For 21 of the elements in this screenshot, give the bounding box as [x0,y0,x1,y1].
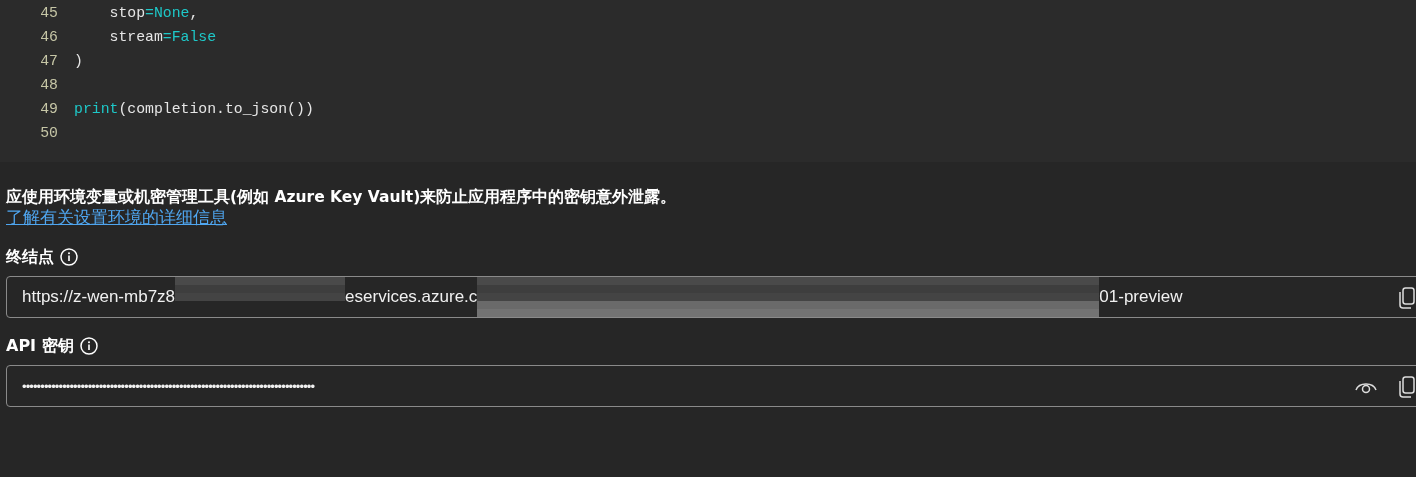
code-line: ) [74,53,83,69]
line-number: 48 [39,77,59,93]
field-label: API 密钥 [6,335,74,357]
code-line: print(completion.to_json()) [74,101,314,117]
line-number: 47 [39,53,59,69]
code-line: stop=None, [108,5,199,21]
line-number: 49 [39,101,59,117]
info-icon[interactable] [79,337,98,355]
notice-text: 应使用环境变量或机密管理工具(例如 Azure Key Vault)来防止应用程序中的密钥意外泄露。 [6,187,678,207]
api-key-field[interactable]: •••••••••••••••••••••••••••••••••••••••••••••••••••••••••••••••••••••••••••••••• [6,365,1416,407]
field-label: 终结点 [6,246,54,268]
line-number: 50 [39,125,59,141]
line-number: 46 [39,29,59,45]
learn-more-link[interactable]: 了解有关设置环境的详细信息 [6,207,227,229]
eye-icon[interactable] [1355,380,1377,394]
endpoint-field[interactable]: https://z-wen-mb7z8 eservices.azure.c 01-preview [6,276,1416,318]
copy-icon[interactable] [1399,287,1415,309]
info-icon[interactable] [60,248,78,266]
code-line: stream=False [108,29,217,45]
line-number: 45 [39,5,59,21]
copy-icon[interactable] [1399,376,1415,398]
